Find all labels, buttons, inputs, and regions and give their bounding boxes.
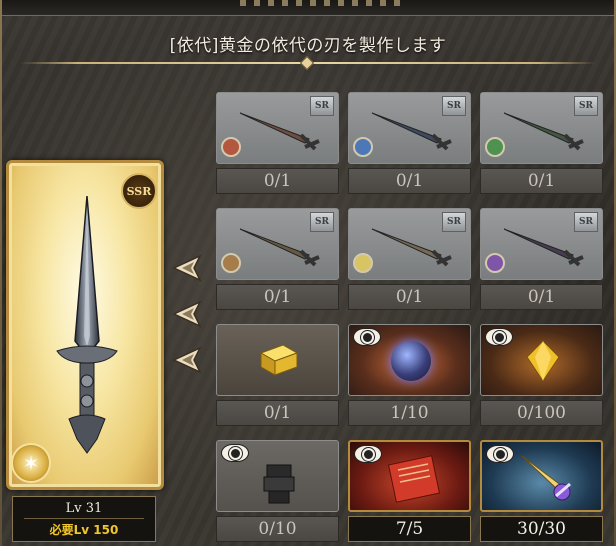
material-count: 0/1 (348, 168, 471, 194)
material-slot[interactable]: 30/30 (480, 440, 603, 542)
material-slot[interactable]: SR 0/1 (480, 92, 603, 194)
material-slot[interactable]: 0/1 (216, 324, 339, 426)
material-count: 7/5 (348, 516, 471, 542)
material-count: 0/1 (216, 400, 339, 426)
material-count: 0/1 (480, 168, 603, 194)
material-count: 0/100 (480, 400, 603, 426)
sr-badge: SR (442, 96, 466, 116)
material-count: 0/1 (216, 168, 339, 194)
level-box: Lv 31 必要Lv 150 (12, 496, 156, 542)
material-slot[interactable]: SR 0/1 (480, 208, 603, 310)
sr-badge: SR (310, 96, 334, 116)
material-slot[interactable]: 0/100 (480, 324, 603, 426)
sr-badge: SR (574, 96, 598, 116)
material-slot[interactable]: SR 0/1 (216, 92, 339, 194)
crystal-dagger-thumb[interactable] (480, 440, 603, 512)
gold-gem-icon (526, 340, 560, 382)
material-count: 0/1 (348, 284, 471, 310)
eye-icon[interactable] (354, 445, 382, 463)
eye-icon[interactable] (353, 328, 381, 346)
fire-element-icon (221, 137, 241, 157)
dark-armor-piece-thumb[interactable] (216, 440, 339, 512)
light-element-icon: ✶ (11, 443, 51, 483)
water-element-icon (353, 137, 373, 157)
left-arrow-icon (172, 346, 202, 374)
material-slot[interactable]: 7/5 (348, 440, 471, 542)
material-slot[interactable]: SR 0/1 (216, 208, 339, 310)
top-ornament (240, 0, 400, 6)
water-sr-dagger-thumb[interactable]: SR (348, 92, 471, 164)
red-scroll-thumb[interactable] (348, 440, 471, 512)
wind-sr-dagger-thumb[interactable]: SR (480, 92, 603, 164)
gold-gem-thumb[interactable] (480, 324, 603, 396)
top-band (0, 0, 616, 16)
sr-badge: SR (574, 212, 598, 232)
material-slot[interactable]: 0/10 (216, 440, 339, 542)
title-divider (20, 55, 596, 71)
fire-sr-dagger-thumb[interactable]: SR (216, 92, 339, 164)
gold-bar-thumb[interactable] (216, 324, 339, 396)
left-border (0, 0, 2, 546)
material-count: 0/1 (480, 284, 603, 310)
sr-badge: SR (310, 212, 334, 232)
eye-icon[interactable] (486, 445, 514, 463)
wind-element-icon (485, 137, 505, 157)
weapon-level: Lv 31 (65, 500, 103, 516)
earth-sr-dagger-thumb[interactable]: SR (216, 208, 339, 280)
gold-bar-icon (259, 344, 299, 376)
red-scroll-icon (387, 455, 441, 503)
material-count: 0/10 (216, 516, 339, 542)
material-slot[interactable]: 1/10 (348, 324, 471, 426)
dark-element-icon (485, 253, 505, 273)
dark-sr-dagger-thumb[interactable]: SR (480, 208, 603, 280)
required-level: 必要Lv 150 (49, 522, 119, 537)
golden-dagger-icon (56, 195, 118, 454)
light-element-icon (353, 253, 373, 273)
material-slot[interactable]: SR 0/1 (348, 92, 471, 194)
material-count: 30/30 (480, 516, 603, 542)
material-count: 0/1 (216, 284, 339, 310)
material-slot[interactable]: SR 0/1 (348, 208, 471, 310)
level-divider (24, 517, 144, 519)
material-count: 1/10 (348, 400, 471, 426)
light-sr-dagger-thumb[interactable]: SR (348, 208, 471, 280)
left-arrow-icon (172, 254, 202, 282)
dark-armor-piece-icon (263, 464, 295, 504)
left-arrow-icon (172, 300, 202, 328)
page-title: [依代]黄金の依代の刃を製作します (169, 35, 447, 56)
eye-icon[interactable] (485, 328, 513, 346)
sr-badge: SR (442, 212, 466, 232)
earth-element-icon (221, 253, 241, 273)
target-weapon-card[interactable]: SSR ✶ (6, 160, 164, 490)
eye-icon[interactable] (221, 444, 249, 462)
crystal-dagger-icon (521, 455, 571, 501)
dark-orb-icon (391, 341, 431, 381)
dark-orb-thumb[interactable] (348, 324, 471, 396)
